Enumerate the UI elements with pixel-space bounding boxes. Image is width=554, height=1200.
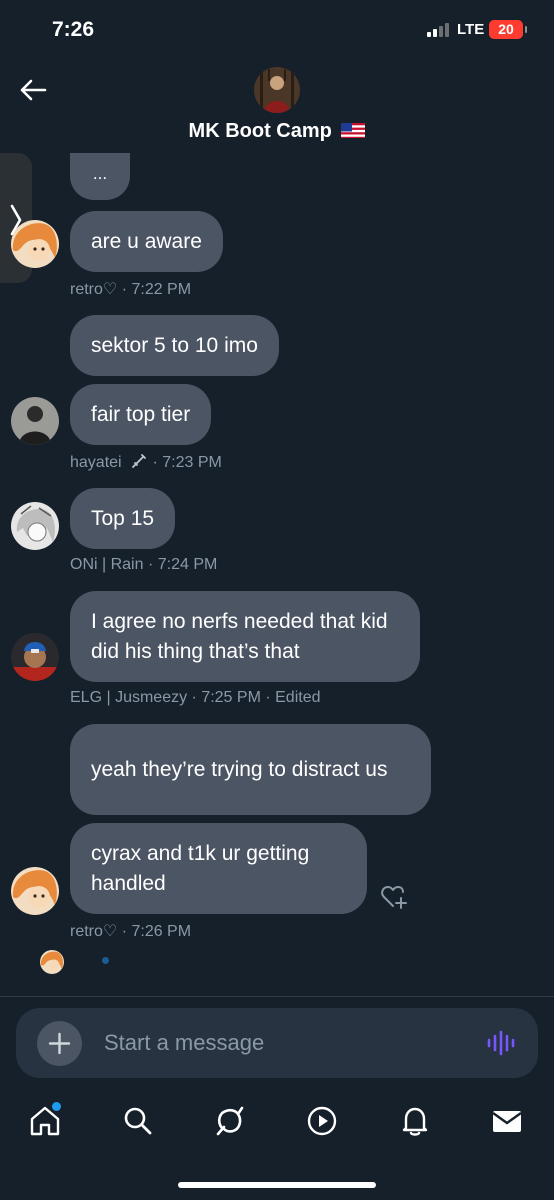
message-text: sektor 5 to 10 imo bbox=[91, 333, 258, 357]
grok-icon[interactable] bbox=[213, 1104, 247, 1138]
avatar-hayatei[interactable] bbox=[11, 397, 59, 445]
avatar-retro[interactable] bbox=[11, 220, 59, 268]
message-text: yeah they’re trying to distract us bbox=[91, 757, 388, 781]
back-arrow-icon[interactable] bbox=[18, 78, 48, 102]
message-text: fair top tier bbox=[91, 402, 191, 426]
message-bubble[interactable]: sektor 5 to 10 imo bbox=[70, 315, 279, 376]
group-name: MK Boot Camp bbox=[188, 120, 332, 142]
message-bubble[interactable]: fair top tier bbox=[70, 384, 212, 445]
message-bubble[interactable]: are u aware bbox=[70, 211, 223, 272]
message-meta: ONi | Rain · 7:24 PM bbox=[70, 556, 218, 573]
status-bar: 7:26 LTE 20 bbox=[0, 0, 554, 60]
sender-name[interactable]: hayatei bbox=[70, 454, 122, 471]
sender-name[interactable]: ONi | Rain bbox=[70, 556, 144, 573]
message-meta: retro♡ · 7:22 PM bbox=[70, 281, 192, 298]
group-avatar[interactable] bbox=[254, 67, 300, 113]
sender-name[interactable]: retro♡ bbox=[70, 923, 117, 940]
home-indicator bbox=[178, 1182, 376, 1188]
message-bubble[interactable]: yeah they’re trying to distract us bbox=[70, 724, 431, 815]
read-receipt-avatar bbox=[40, 950, 64, 974]
message-text: I agree no nerfs needed that kid did his… bbox=[91, 609, 388, 663]
avatar-elg-jusmeezy[interactable] bbox=[11, 633, 59, 681]
network-label: LTE bbox=[457, 21, 485, 38]
message-time: 7:23 PM bbox=[162, 454, 222, 471]
message-time: 7:26 PM bbox=[131, 923, 192, 940]
message-bubble[interactable]: cyrax and t1k ur getting handled bbox=[70, 823, 367, 914]
message-time: 7:25 PM bbox=[201, 689, 261, 706]
add-attachment-button[interactable] bbox=[37, 1021, 82, 1066]
us-flag-icon bbox=[341, 122, 366, 138]
edited-label: Edited bbox=[275, 689, 321, 706]
sender-name[interactable]: retro♡ bbox=[70, 281, 117, 298]
sender-name[interactable]: ELG | Jusmeezy bbox=[70, 689, 187, 706]
divider bbox=[0, 996, 554, 997]
signal-icon bbox=[427, 23, 453, 37]
group-title[interactable]: MK Boot Camp bbox=[0, 120, 554, 143]
notification-dot bbox=[52, 1102, 61, 1111]
voice-message-icon[interactable] bbox=[486, 1030, 516, 1056]
message-bubble[interactable]: Top 15 bbox=[70, 488, 176, 549]
plus-icon bbox=[48, 1032, 71, 1055]
conversation-header: MK Boot Camp bbox=[0, 60, 554, 155]
message-text: are u aware bbox=[91, 229, 202, 253]
avatar-retro[interactable] bbox=[11, 867, 59, 915]
typing-indicator bbox=[102, 957, 109, 964]
message-time: 7:24 PM bbox=[157, 556, 218, 573]
message-meta: hayatei · 7:23 PM bbox=[70, 454, 222, 471]
add-reaction-icon[interactable] bbox=[380, 884, 408, 910]
message-text: cyrax and t1k ur getting handled bbox=[91, 841, 310, 895]
mail-icon[interactable] bbox=[490, 1104, 524, 1138]
message-input[interactable] bbox=[104, 1026, 464, 1060]
message-meta: retro♡ · 7:26 PM bbox=[70, 923, 192, 940]
play-icon[interactable] bbox=[305, 1104, 339, 1138]
message-time: 7:22 PM bbox=[131, 281, 192, 298]
avatar-oni-rain[interactable] bbox=[11, 502, 59, 550]
message-bubble[interactable]: ... bbox=[70, 153, 130, 200]
bell-icon[interactable] bbox=[398, 1104, 432, 1138]
sword-icon bbox=[132, 454, 146, 468]
battery-icon: 20 bbox=[489, 20, 527, 39]
message-composer bbox=[16, 1008, 538, 1078]
message-text: Top 15 bbox=[91, 506, 155, 530]
bottom-tab-bar bbox=[0, 1090, 554, 1160]
message-text: ... bbox=[92, 163, 108, 183]
search-icon[interactable] bbox=[121, 1104, 155, 1138]
message-meta: ELG | Jusmeezy · 7:25 PM · Edited bbox=[70, 689, 321, 706]
message-bubble[interactable]: I agree no nerfs needed that kid did his… bbox=[70, 591, 420, 682]
status-time: 7:26 bbox=[52, 18, 95, 41]
